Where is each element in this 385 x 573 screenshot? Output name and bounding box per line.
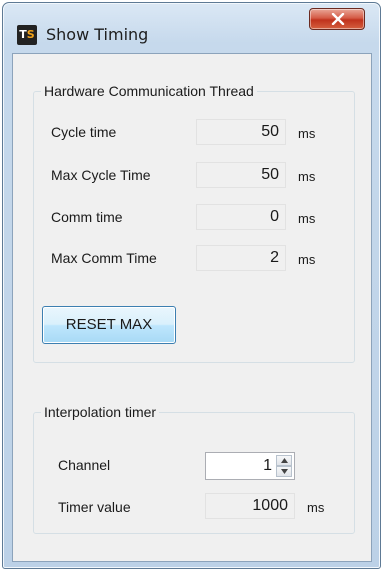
timer-value: 1000 [205, 493, 295, 519]
cycle-time-label: Cycle time [51, 124, 117, 140]
comm-time-value: 0 [196, 204, 286, 230]
app-icon-letter-s: S [26, 28, 35, 41]
hardware-group-title: Hardware Communication Thread [41, 83, 257, 99]
spin-down-button[interactable] [276, 466, 292, 477]
window-title: Show Timing [46, 25, 149, 44]
spin-down-icon [281, 469, 288, 474]
close-button[interactable] [309, 8, 365, 30]
max-comm-time-label: Max Comm Time [51, 250, 157, 266]
max-cycle-time-value: 50 [196, 162, 286, 188]
channel-label: Channel [58, 457, 111, 473]
spin-up-button[interactable] [276, 455, 292, 466]
max-cycle-time-label: Max Cycle Time [51, 167, 151, 183]
close-icon [331, 13, 345, 25]
cycle-time-unit: ms [298, 126, 316, 141]
dialog-client-area: Hardware Communication Thread Cycle time… [12, 53, 372, 562]
channel-spin-buttons [276, 455, 292, 477]
max-cycle-time-unit: ms [298, 169, 316, 184]
interpolation-timer-group: Interpolation timer [33, 404, 355, 534]
comm-time-unit: ms [298, 211, 316, 226]
channel-value[interactable]: 1 [263, 453, 272, 479]
timer-value-unit: ms [307, 500, 325, 515]
cycle-time-value: 50 [196, 119, 286, 145]
reset-max-button[interactable]: RESET MAX [42, 306, 176, 344]
app-icon[interactable]: TS [17, 25, 37, 45]
channel-spinner[interactable]: 1 [205, 452, 295, 480]
max-comm-time-value: 2 [196, 245, 286, 271]
app-icon-letter-t: T [19, 28, 27, 41]
show-timing-window: TS Show Timing Hardware Communication Th… [2, 2, 381, 569]
spin-up-icon [281, 458, 288, 463]
timer-value-label: Timer value [58, 499, 131, 515]
interpolation-group-title: Interpolation timer [41, 404, 160, 420]
max-comm-time-unit: ms [298, 252, 316, 267]
comm-time-label: Comm time [51, 209, 123, 225]
